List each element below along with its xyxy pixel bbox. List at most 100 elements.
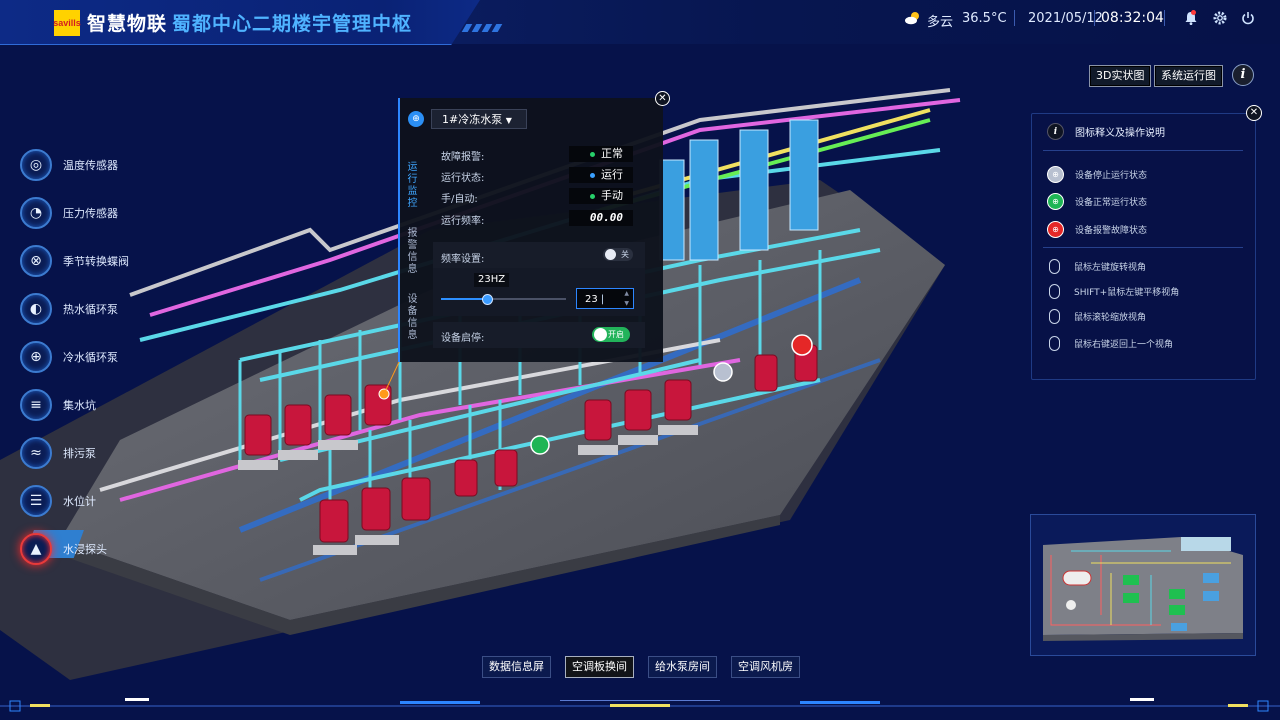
minimap-tank bbox=[1062, 570, 1092, 586]
nav-ac-fan-room[interactable]: 空调风机房 bbox=[731, 656, 800, 678]
status-marker-normal bbox=[530, 435, 550, 455]
minimap-exchangers bbox=[1181, 537, 1231, 551]
pump-icon: ⊕ bbox=[20, 341, 52, 373]
minimap[interactable] bbox=[1030, 514, 1256, 656]
notification-dot bbox=[1191, 10, 1196, 15]
stepper-arrows-icon[interactable]: ▲ ▼ bbox=[624, 289, 629, 309]
freq-input[interactable]: 23 | ▲ ▼ bbox=[576, 288, 634, 309]
legend-item-label: 设备报警故障状态 bbox=[1075, 226, 1148, 236]
view-system-button[interactable]: 系统运行图 bbox=[1154, 65, 1223, 87]
nav-water-pump-room[interactable]: 给水泵房间 bbox=[648, 656, 717, 678]
brand-title: 智慧物联 bbox=[87, 13, 168, 35]
water-level-icon: ☰ bbox=[20, 485, 52, 517]
legend-op-label: 鼠标滚轮缩放视角 bbox=[1074, 313, 1147, 323]
sump-icon: ≡ bbox=[20, 389, 52, 421]
status-marker-stopped bbox=[713, 362, 733, 382]
valve-icon: ⊗ bbox=[20, 245, 52, 277]
device-select[interactable]: 1#冷冻水泵 ▼ bbox=[431, 109, 527, 129]
mouse-left-click-icon bbox=[1049, 259, 1060, 274]
run-status-value: 运行 bbox=[569, 167, 633, 183]
tab-device-info[interactable]: 设备信息 bbox=[402, 292, 416, 342]
legend-item-alarm: ⊕ 设备报警故障状态 bbox=[1047, 221, 1147, 238]
gear-icon[interactable] bbox=[1212, 10, 1228, 26]
sidebar-item-label: 水浸探头 bbox=[63, 543, 107, 556]
temperature-text: 36.5°C bbox=[962, 11, 1007, 26]
mouse-right-click-icon bbox=[1049, 336, 1060, 351]
manual-auto-label: 手/自动: bbox=[441, 194, 478, 205]
sewage-pump-icon: ≈ bbox=[20, 437, 52, 469]
system-title: 蜀都中心二期楼宇管理中枢 bbox=[172, 13, 413, 35]
legend-title: 图标释义及操作说明 bbox=[1075, 128, 1165, 139]
run-frequency-label: 运行频率: bbox=[441, 216, 485, 227]
freq-input-value: 23 bbox=[585, 294, 598, 305]
legend-divider bbox=[1043, 150, 1243, 151]
legend-op-label: 鼠标右键返回上一个视角 bbox=[1074, 340, 1174, 350]
sidebar-item-label: 水位计 bbox=[63, 495, 96, 508]
legend-item-label: 设备正常运行状态 bbox=[1075, 198, 1148, 208]
legend-divider bbox=[1043, 247, 1243, 248]
legend-item-label: 设备停止运行状态 bbox=[1075, 171, 1148, 181]
gauge-icon: ◔ bbox=[20, 197, 52, 229]
view-3d-button[interactable]: 3D实状图 bbox=[1089, 65, 1152, 87]
header-divider bbox=[1094, 10, 1095, 26]
popup-close-button[interactable]: ✕ bbox=[655, 91, 670, 106]
legend-op-zoom: 鼠标滚轮缩放视角 bbox=[1047, 309, 1146, 324]
time-text: 08:32:04 bbox=[1101, 10, 1164, 26]
nav-data-screen[interactable]: 数据信息屏 bbox=[482, 656, 551, 678]
device-select-value: 1#冷冻水泵 bbox=[442, 113, 503, 126]
legend-item-stopped: ⊕ 设备停止运行状态 bbox=[1047, 166, 1147, 183]
legend-close-button[interactable]: ✕ bbox=[1246, 105, 1262, 121]
freq-slider-handle[interactable] bbox=[482, 294, 493, 305]
sidebar-item-sewage-pump[interactable]: ≈ 排污泵 bbox=[20, 437, 96, 469]
freq-setting-label: 频率设置: bbox=[441, 254, 485, 265]
info-button[interactable]: i bbox=[1232, 64, 1254, 86]
legend-op-back: 鼠标右键返回上一个视角 bbox=[1047, 336, 1173, 351]
fault-alarm-label: 故障报警: bbox=[441, 152, 485, 163]
sidebar-item-label: 温度传感器 bbox=[63, 159, 118, 172]
header-divider bbox=[1164, 10, 1165, 26]
legend-header: i 图标释义及操作说明 bbox=[1047, 123, 1165, 140]
tab-run-monitor[interactable]: 运行监控 bbox=[402, 160, 416, 210]
nav-ac-exchange-room[interactable]: 空调板换间 bbox=[565, 656, 634, 678]
header-divider bbox=[1014, 10, 1015, 26]
sidebar-item-water-level[interactable]: ☰ 水位计 bbox=[20, 485, 96, 517]
weather-text: 多云 bbox=[927, 15, 954, 30]
status-dot bbox=[590, 151, 595, 157]
legend-op-rotate: 鼠标左键旋转视角 bbox=[1047, 259, 1146, 274]
sidebar-item-label: 季节转换蝶阀 bbox=[63, 255, 129, 268]
manual-auto-text: 手动 bbox=[601, 189, 623, 202]
sidebar-item-label: 排污泵 bbox=[63, 447, 96, 460]
slider-tooltip: 23HZ bbox=[474, 273, 510, 287]
cloudy-weather-icon bbox=[905, 12, 919, 25]
info-icon: i bbox=[1047, 123, 1064, 140]
status-dot bbox=[590, 172, 595, 178]
tab-alarm-info[interactable]: 报警信息 bbox=[402, 226, 416, 276]
sidebar-item-label: 冷水循环泵 bbox=[63, 351, 118, 364]
status-marker-alarm bbox=[791, 334, 813, 356]
power-icon[interactable] bbox=[1240, 10, 1256, 26]
sidebar-item-sump[interactable]: ≡ 集水坑 bbox=[20, 389, 96, 421]
pump-icon: ⊕ bbox=[408, 111, 424, 127]
fault-alarm-text: 正常 bbox=[601, 147, 623, 160]
sidebar-item-temperature-sensor[interactable]: ◎ 温度传感器 bbox=[20, 149, 118, 181]
status-stopped-icon: ⊕ bbox=[1047, 166, 1064, 183]
legend-op-pan: SHIFT+鼠标左键平移视角 bbox=[1047, 284, 1179, 299]
run-frequency-value: 00.00 bbox=[569, 210, 633, 226]
sidebar-item-label: 集水坑 bbox=[63, 399, 96, 412]
sidebar-item-flood-sensor[interactable]: ▲ 水浸探头 bbox=[20, 533, 107, 565]
footer-decoration bbox=[0, 698, 1280, 712]
fault-alarm-value: 正常 bbox=[569, 146, 633, 162]
freq-slider-fill bbox=[441, 298, 487, 300]
thermometer-icon: ◎ bbox=[20, 149, 52, 181]
sidebar-item-hot-water-pump[interactable]: ◐ 热水循环泵 bbox=[20, 293, 118, 325]
sidebar-item-butterfly-valve[interactable]: ⊗ 季节转换蝶阀 bbox=[20, 245, 129, 277]
sidebar-item-label: 压力传感器 bbox=[63, 207, 118, 220]
legend-item-normal: ⊕ 设备正常运行状态 bbox=[1047, 193, 1147, 210]
sidebar-item-label: 热水循环泵 bbox=[63, 303, 118, 316]
sidebar-item-cold-water-pump[interactable]: ⊕ 冷水循环泵 bbox=[20, 341, 118, 373]
sidebar-item-pressure-sensor[interactable]: ◔ 压力传感器 bbox=[20, 197, 118, 229]
date-text: 2021/05/12 bbox=[1028, 11, 1103, 26]
flood-sensor-icon: ▲ bbox=[20, 533, 52, 565]
savills-logo: savills bbox=[53, 10, 81, 36]
manual-auto-value: 手动 bbox=[569, 188, 633, 204]
